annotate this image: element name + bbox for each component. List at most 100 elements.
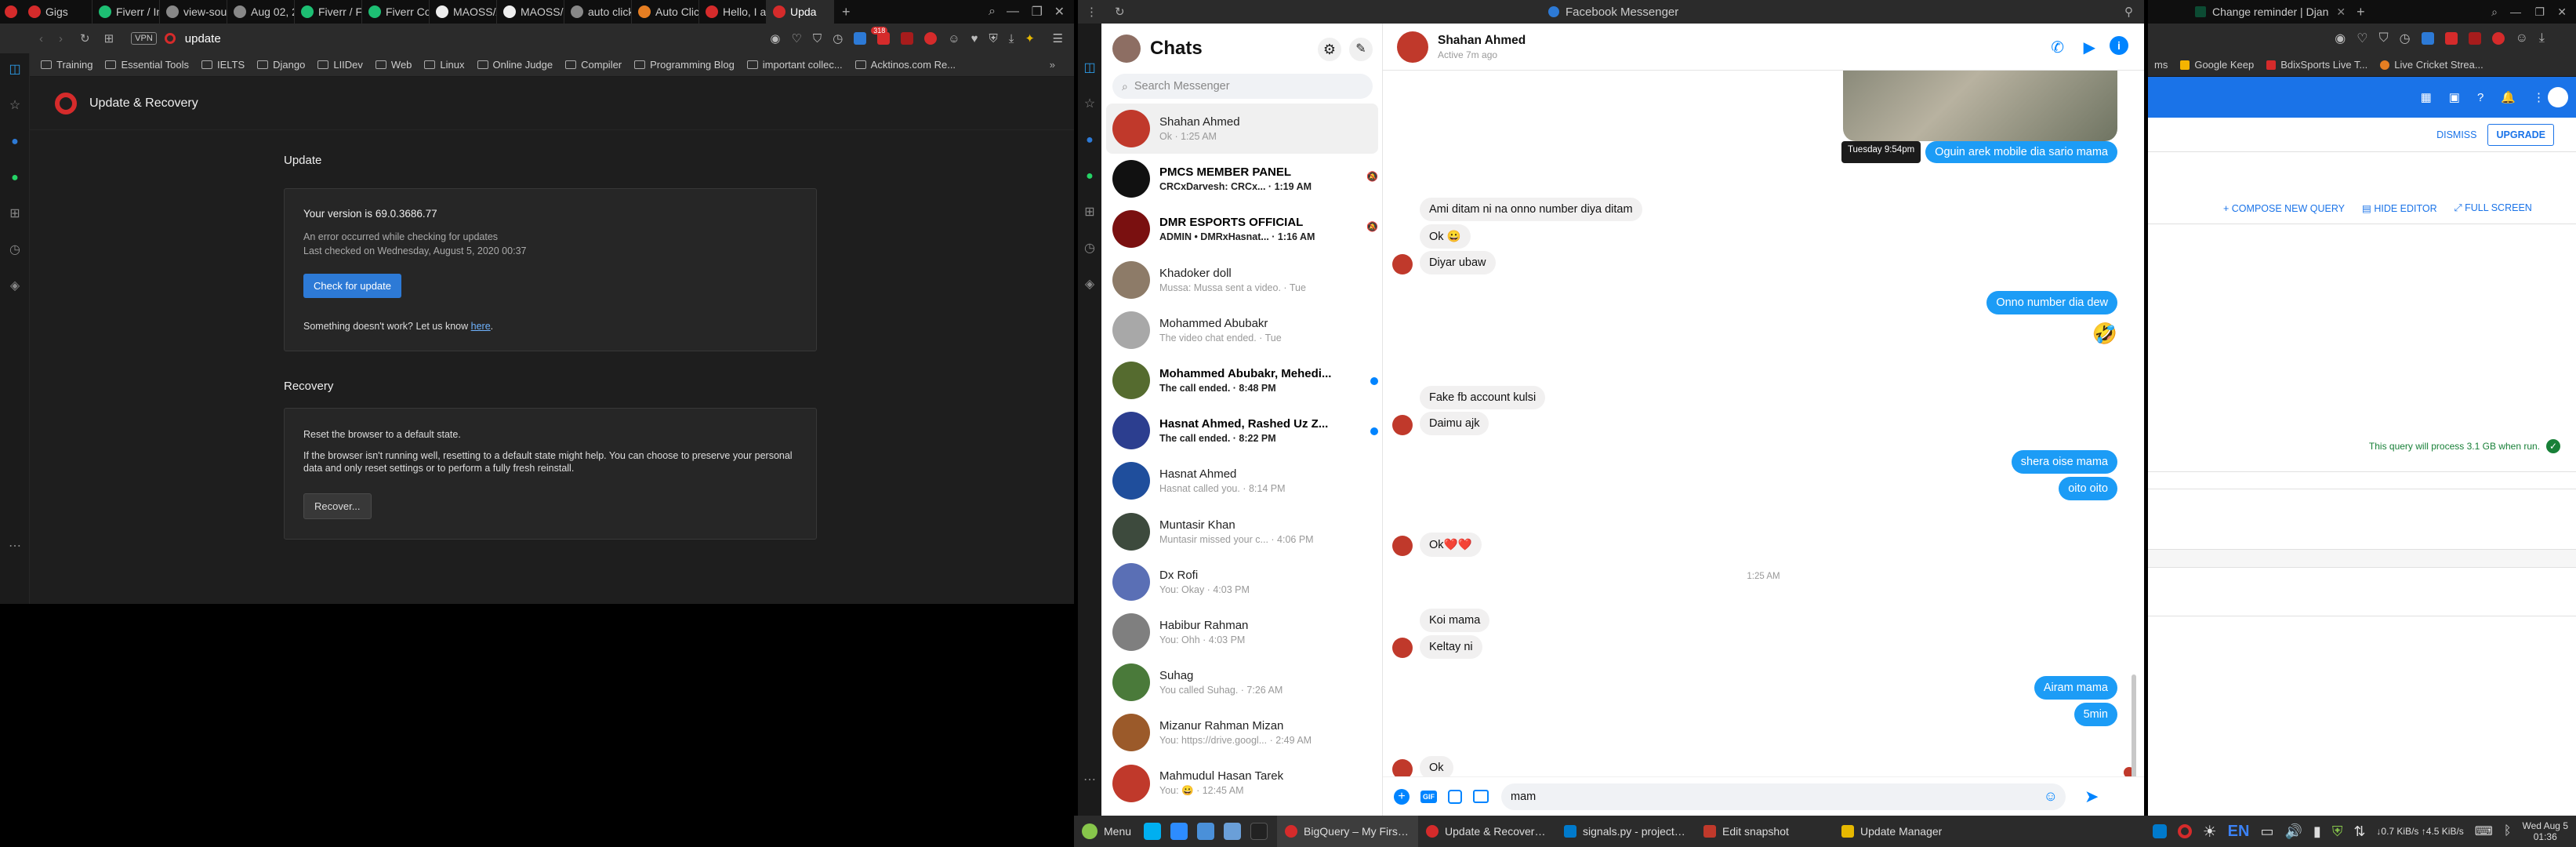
download-icon[interactable]: ⤓ <box>2539 31 2545 45</box>
network-icon[interactable]: ⇅ <box>2353 823 2365 840</box>
tab-item[interactable]: MAOSS/A <box>430 0 497 24</box>
sidebar-history-icon[interactable]: ◷ <box>1083 242 1097 256</box>
bq-bookmark[interactable]: Google Keep <box>2174 59 2260 71</box>
chat-list-item[interactable]: Dx Rofi You: Okay · 4:03 PM <box>1101 557 1383 607</box>
bookmark-folder[interactable]: Web <box>369 59 419 71</box>
menu-button[interactable]: Menu <box>1074 816 1139 847</box>
tab-item[interactable]: auto click <box>564 0 632 24</box>
bq-tab-title[interactable]: Change reminder | Djan <box>2212 5 2328 18</box>
ext-record-icon[interactable] <box>901 32 914 45</box>
bluetooth-icon[interactable]: ᛒ <box>2504 824 2512 838</box>
search-input[interactable]: ⌕ Search Messenger <box>1112 74 1373 99</box>
chat-list-item[interactable]: Khadoker doll Mussa: Mussa sent a video. … <box>1101 255 1383 305</box>
ext-red-icon[interactable] <box>2491 32 2505 45</box>
scrollbar[interactable] <box>2132 674 2136 792</box>
download-icon[interactable]: ⤓ <box>1009 32 1014 45</box>
reload-icon[interactable]: ↻ <box>80 31 90 45</box>
chat-list-item[interactable]: Shahan Ahmed Ok · 1:25 AM <box>1106 104 1378 154</box>
settings-gear-icon[interactable]: ⚙ <box>1318 38 1341 61</box>
bq-bookmark[interactable]: Live Cricket Strea... <box>2374 59 2489 71</box>
sidebar-history-icon[interactable]: ◷ <box>8 243 22 257</box>
upgrade-button[interactable]: UPGRADE <box>2487 123 2554 146</box>
sidebar-more-icon[interactable]: ⋯ <box>8 540 22 554</box>
bookmarks-overflow-icon[interactable]: » <box>1050 59 1055 71</box>
terminal-icon[interactable] <box>1250 823 1268 840</box>
close-tab-icon[interactable]: ✕ <box>2336 5 2346 19</box>
ext-shield-icon[interactable]: ⛨ <box>989 32 998 45</box>
bookmark-folder[interactable]: Programming Blog <box>628 59 741 71</box>
contact-avatar[interactable] <box>1397 31 1428 63</box>
help-icon[interactable]: ? <box>2477 91 2483 104</box>
sidebar-home-icon[interactable]: ◫ <box>1083 61 1097 75</box>
new-tab-icon[interactable]: + <box>842 4 851 20</box>
chat-list-item[interactable]: DMR ESPORTS OFFICIAL ADMIN • DMRxHasnat..… <box>1101 204 1383 254</box>
contact-name[interactable]: Shahan Ahmed <box>1438 34 1526 48</box>
tab-item[interactable]: Gigs <box>22 0 93 24</box>
ext-red-icon[interactable] <box>924 32 938 45</box>
ext-badge-icon[interactable]: 318 <box>871 27 891 45</box>
shared-image[interactable] <box>1843 71 2117 141</box>
tab-item[interactable]: Auto Clic <box>632 0 699 24</box>
self-avatar[interactable] <box>1112 35 1141 63</box>
more-actions-icon[interactable]: + <box>1394 788 1410 805</box>
image-icon[interactable] <box>1473 790 1489 803</box>
message-input[interactable]: mam ☺ <box>1501 783 2066 810</box>
search-tabs-icon[interactable]: ⌕ <box>989 5 996 19</box>
camera-icon[interactable]: ◉ <box>2335 31 2346 46</box>
send-icon[interactable]: ➤ <box>2084 787 2099 807</box>
ext-translate-icon[interactable] <box>2421 32 2434 45</box>
display-icon[interactable]: ▭ <box>2260 823 2273 840</box>
brightness-icon[interactable]: ☀ <box>2203 822 2217 842</box>
sidebar-more-icon[interactable]: ⋯ <box>1083 773 1097 787</box>
chat-list-item[interactable]: Habibur Rahman You: Ohh · 4:03 PM <box>1101 607 1383 657</box>
opera-menu-icon[interactable] <box>5 5 17 18</box>
chat-list-item[interactable]: Muntasir Khan Muntasir missed your c... ·… <box>1101 507 1383 557</box>
camera-icon[interactable]: ◉ <box>770 31 780 45</box>
tab-item[interactable]: Hello, I a <box>699 0 767 24</box>
bookmark-folder[interactable]: Online Judge <box>471 59 560 71</box>
full-screen-button[interactable]: ⤢ FULL SCREEN <box>2454 202 2532 214</box>
tab-item[interactable]: Fiverr / Fi <box>295 0 362 24</box>
tab-item[interactable]: view-sou <box>160 0 227 24</box>
chat-list-item[interactable]: Hasnat Ahmed, Rashed Uz Z... The call end… <box>1101 405 1383 456</box>
bq-bookmark[interactable]: BdixSports Live T... <box>2260 59 2374 71</box>
chat-list-item[interactable]: Mizanur Rahman Mizan You: https://drive.g… <box>1101 707 1383 758</box>
chat-list-item[interactable]: Mohammed Abubakr The video chat ended. · … <box>1101 305 1383 355</box>
tab-item[interactable]: Fiverr Co <box>362 0 430 24</box>
window-menu-icon[interactable]: ⋮ <box>1086 5 1098 19</box>
more-vert-icon[interactable]: ⋮ <box>2533 90 2545 104</box>
adblock-icon[interactable]: ⛉ <box>813 32 822 45</box>
new-tab-icon[interactable]: + <box>2356 4 2365 20</box>
hide-editor-button[interactable]: ▤ HIDE EDITOR <box>2362 202 2437 214</box>
sidebar-whatsapp-icon[interactable]: ● <box>8 171 22 185</box>
history-icon[interactable]: ◷ <box>2400 31 2411 46</box>
query-editor[interactable] <box>2148 224 2576 472</box>
taskbar-window-item[interactable]: BigQuery – My First Pr... <box>1277 816 1419 847</box>
bookmark-folder[interactable]: LIIDev <box>311 59 369 71</box>
history-icon[interactable]: ◷ <box>833 31 843 45</box>
bookmark-folder[interactable]: Compiler <box>559 59 628 71</box>
clock[interactable]: Wed Aug 5 01:36 <box>2523 820 2569 842</box>
tabs-grid-icon[interactable]: ⊞ <box>104 31 114 45</box>
taskbar-window-item[interactable]: Update Manager <box>1834 816 1967 847</box>
easy-setup-icon[interactable]: ☰ <box>1053 31 1063 45</box>
reload-icon[interactable]: ↻ <box>1115 5 1125 19</box>
ext-badge-icon[interactable] <box>2444 32 2458 45</box>
tab-item[interactable]: MAOSS/n <box>497 0 564 24</box>
ext-chat-icon[interactable]: ☺ <box>2516 31 2528 45</box>
ext-record-icon[interactable] <box>2468 32 2481 45</box>
taskbar-window-item[interactable]: Edit snapshot <box>1696 816 1834 847</box>
heart-icon[interactable]: ♡ <box>2356 31 2367 46</box>
emoji-picker-icon[interactable]: ☺ <box>2044 788 2058 805</box>
sidebar-messenger-icon[interactable]: ● <box>1083 133 1097 147</box>
url-text[interactable]: update <box>185 32 221 45</box>
close-icon[interactable]: ✕ <box>1054 4 1065 20</box>
taskbar-window-item[interactable]: Update & Recovery - O... <box>1418 816 1556 847</box>
bookmark-folder[interactable]: Essential Tools <box>99 59 194 71</box>
ext-chat-icon[interactable]: ☺ <box>948 32 960 45</box>
files-icon[interactable] <box>1197 823 1215 840</box>
pin-icon[interactable]: ⚲ <box>2124 5 2133 19</box>
video-call-icon[interactable]: ▶ <box>2084 38 2095 57</box>
bq-bookmark[interactable]: ms <box>2148 59 2174 71</box>
bookmark-folder[interactable]: IELTS <box>195 59 251 71</box>
